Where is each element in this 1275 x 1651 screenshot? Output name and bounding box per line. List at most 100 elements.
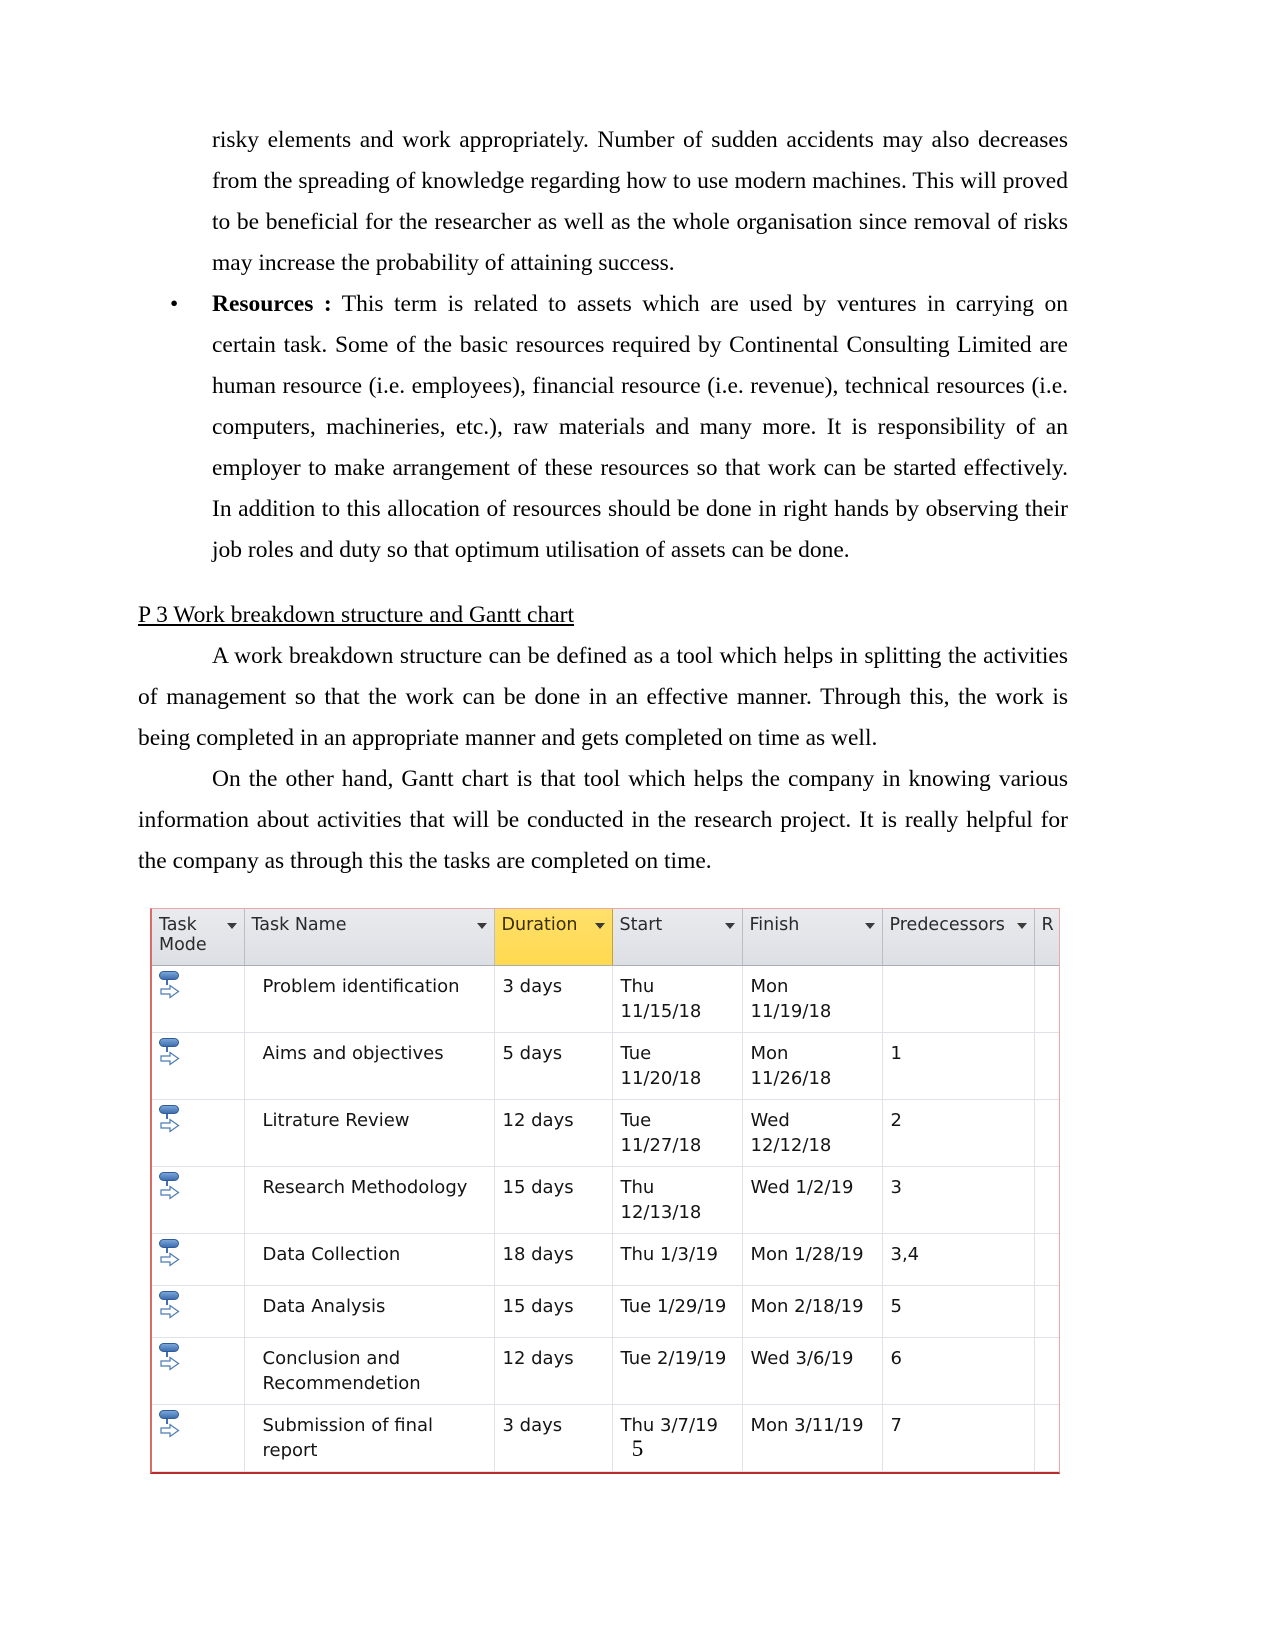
cell-task-name[interactable]: Litrature Review bbox=[244, 1099, 495, 1167]
table-row[interactable]: Data Analysis 15 days Tue 1/29/19 Mon 2/… bbox=[152, 1285, 1059, 1338]
cell-task-mode[interactable] bbox=[152, 1032, 245, 1100]
table-row[interactable]: Data Collection 18 days Thu 1/3/19 Mon 1… bbox=[152, 1233, 1059, 1286]
cell-duration[interactable]: 12 days bbox=[494, 1337, 613, 1405]
auto-scheduled-icon[interactable] bbox=[158, 971, 184, 1001]
column-header-label: Duration bbox=[501, 915, 578, 935]
cell-duration[interactable]: 12 days bbox=[494, 1099, 613, 1167]
cell-task-mode[interactable] bbox=[152, 1166, 245, 1234]
list-item-resources: • Resources : This term is related to as… bbox=[138, 284, 1068, 571]
cell-finish[interactable]: Mon 2/18/19 bbox=[742, 1285, 883, 1338]
auto-scheduled-icon[interactable] bbox=[158, 1105, 184, 1135]
bullet-icon: • bbox=[170, 291, 179, 317]
cell-start[interactable]: Tue 1/29/19 bbox=[612, 1285, 743, 1338]
column-header-truncated[interactable]: R bbox=[1034, 909, 1059, 966]
cell-start[interactable]: Thu 11/15/18 bbox=[612, 965, 743, 1033]
column-header-label: Start bbox=[619, 915, 663, 935]
cell-predecessors[interactable] bbox=[882, 965, 1035, 1033]
cell-duration[interactable]: 15 days bbox=[494, 1166, 613, 1234]
column-header-duration[interactable]: Duration bbox=[493, 909, 613, 966]
cell-task-name[interactable]: Data Collection bbox=[244, 1233, 495, 1286]
cell-predecessors[interactable]: 3,4 bbox=[882, 1233, 1035, 1286]
cell-duration[interactable]: 3 days bbox=[494, 965, 613, 1033]
paragraph-risky-elements: risky elements and work appropriately. N… bbox=[212, 127, 1068, 276]
auto-scheduled-icon[interactable] bbox=[158, 1239, 184, 1269]
cell-task-name[interactable]: Aims and objectives bbox=[244, 1032, 495, 1100]
arrow-right-icon bbox=[160, 1252, 180, 1267]
chevron-down-icon[interactable] bbox=[594, 923, 605, 929]
cell-truncated bbox=[1034, 1099, 1059, 1167]
cell-finish[interactable]: Mon 1/28/19 bbox=[742, 1233, 883, 1286]
cell-task-mode[interactable] bbox=[152, 1099, 245, 1167]
table-row[interactable]: Research Methodology 15 days Thu 12/13/1… bbox=[152, 1166, 1059, 1234]
cell-duration[interactable]: 5 days bbox=[494, 1032, 613, 1100]
page-number: 5 bbox=[631, 1436, 644, 1461]
cell-truncated bbox=[1034, 1337, 1059, 1405]
chevron-down-icon[interactable] bbox=[226, 923, 237, 929]
column-header-finish[interactable]: Finish bbox=[742, 909, 883, 966]
arrow-right-icon bbox=[160, 1185, 180, 1200]
chevron-down-icon[interactable] bbox=[864, 923, 875, 929]
cell-start[interactable]: Tue 2/19/19 bbox=[612, 1337, 743, 1405]
arrow-right-icon bbox=[160, 1356, 180, 1371]
column-header-start[interactable]: Start bbox=[612, 909, 743, 966]
cell-task-name[interactable]: Conclusion and Recommendetion bbox=[244, 1337, 495, 1405]
document-page: risky elements and work appropriately. N… bbox=[0, 0, 1275, 1651]
cell-predecessors[interactable]: 2 bbox=[882, 1099, 1035, 1167]
cell-predecessors[interactable]: 6 bbox=[882, 1337, 1035, 1405]
section-heading: P 3 Work breakdown structure and Gantt c… bbox=[138, 602, 575, 628]
cell-duration[interactable]: 18 days bbox=[494, 1233, 613, 1286]
arrow-right-icon bbox=[160, 1051, 180, 1066]
chevron-down-icon[interactable] bbox=[724, 923, 735, 929]
cell-predecessors[interactable]: 1 bbox=[882, 1032, 1035, 1100]
table-header-row: Task Mode Task Name Duration Start Finis… bbox=[152, 909, 1059, 966]
cell-truncated bbox=[1034, 1166, 1059, 1234]
table-row[interactable]: Problem identification 3 days Thu 11/15/… bbox=[152, 965, 1059, 1033]
cell-predecessors[interactable]: 3 bbox=[882, 1166, 1035, 1234]
table-row[interactable]: Conclusion and Recommendetion 12 days Tu… bbox=[152, 1337, 1059, 1405]
chevron-down-icon[interactable] bbox=[1016, 923, 1027, 929]
paragraph-gantt-definition: On the other hand, Gantt chart is that t… bbox=[138, 766, 1068, 874]
cell-task-mode[interactable] bbox=[152, 1337, 245, 1405]
table-row[interactable]: Aims and objectives 5 days Tue 11/20/18 … bbox=[152, 1032, 1059, 1100]
project-table: Task Mode Task Name Duration Start Finis… bbox=[152, 909, 1059, 1472]
column-header-label: Predecessors bbox=[889, 915, 1005, 935]
auto-scheduled-icon[interactable] bbox=[158, 1343, 184, 1373]
cell-task-mode[interactable] bbox=[152, 1233, 245, 1286]
cell-finish[interactable]: Mon 11/26/18 bbox=[742, 1032, 883, 1100]
cell-finish[interactable]: Wed 1/2/19 bbox=[742, 1166, 883, 1234]
auto-scheduled-icon[interactable] bbox=[158, 1172, 184, 1202]
paragraph-wbs-definition: A work breakdown structure can be define… bbox=[138, 643, 1068, 751]
arrow-right-icon bbox=[160, 1118, 180, 1133]
cell-task-name[interactable]: Research Methodology bbox=[244, 1166, 495, 1234]
cell-duration[interactable]: 15 days bbox=[494, 1285, 613, 1338]
cell-predecessors[interactable]: 5 bbox=[882, 1285, 1035, 1338]
column-header-label: R bbox=[1041, 915, 1054, 935]
cell-task-mode[interactable] bbox=[152, 1285, 245, 1338]
cell-start[interactable]: Tue 11/27/18 bbox=[612, 1099, 743, 1167]
column-header-label: Task Name bbox=[251, 915, 347, 935]
chevron-down-icon[interactable] bbox=[476, 923, 487, 929]
auto-scheduled-icon[interactable] bbox=[158, 1291, 184, 1321]
column-header-task-mode[interactable]: Task Mode bbox=[152, 909, 245, 966]
table-body: Problem identification 3 days Thu 11/15/… bbox=[152, 965, 1059, 1472]
column-header-task-name[interactable]: Task Name bbox=[244, 909, 495, 966]
cell-truncated bbox=[1034, 965, 1059, 1033]
cell-finish[interactable]: Wed 3/6/19 bbox=[742, 1337, 883, 1405]
list-item-body: This term is related to assets which are… bbox=[212, 291, 1068, 563]
cell-finish[interactable]: Mon 11/19/18 bbox=[742, 965, 883, 1033]
gantt-task-table[interactable]: Task Mode Task Name Duration Start Finis… bbox=[150, 908, 1060, 1474]
auto-scheduled-icon[interactable] bbox=[158, 1038, 184, 1068]
cell-start[interactable]: Tue 11/20/18 bbox=[612, 1032, 743, 1100]
cell-task-name[interactable]: Problem identification bbox=[244, 965, 495, 1033]
cell-finish[interactable]: Wed 12/12/18 bbox=[742, 1099, 883, 1167]
cell-task-name[interactable]: Data Analysis bbox=[244, 1285, 495, 1338]
table-row[interactable]: Litrature Review 12 days Tue 11/27/18 We… bbox=[152, 1099, 1059, 1167]
column-header-label: Task Mode bbox=[159, 915, 207, 955]
cell-start[interactable]: Thu 12/13/18 bbox=[612, 1166, 743, 1234]
column-header-predecessors[interactable]: Predecessors bbox=[882, 909, 1035, 966]
list-item-text: Resources : This term is related to asse… bbox=[212, 284, 1068, 571]
cell-start[interactable]: Thu 1/3/19 bbox=[612, 1233, 743, 1286]
cell-task-mode[interactable] bbox=[152, 965, 245, 1033]
cell-truncated bbox=[1034, 1233, 1059, 1286]
